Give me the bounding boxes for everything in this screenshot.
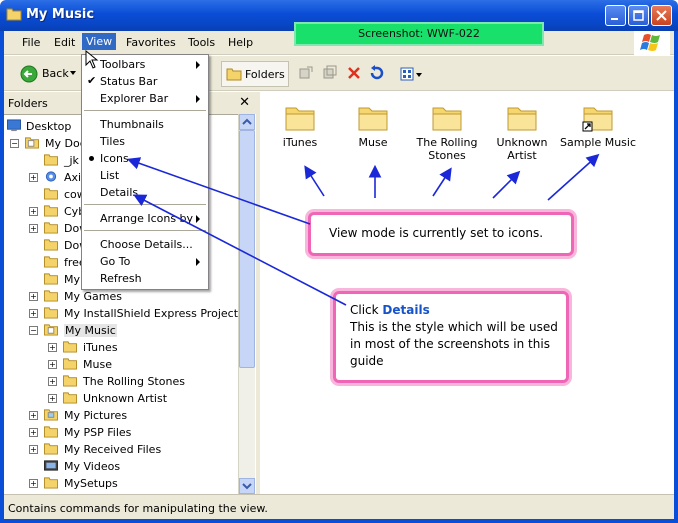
arrow-to-icons-item [126,157,311,225]
arrow-to-itunes [304,165,325,197]
arrow-to-details-item [133,194,347,306]
arrow-to-sample-music [547,153,600,201]
arrow-to-unknown-artist [492,170,521,199]
annotation-arrows [126,153,600,306]
arrow-to-rolling-stones [432,167,452,197]
